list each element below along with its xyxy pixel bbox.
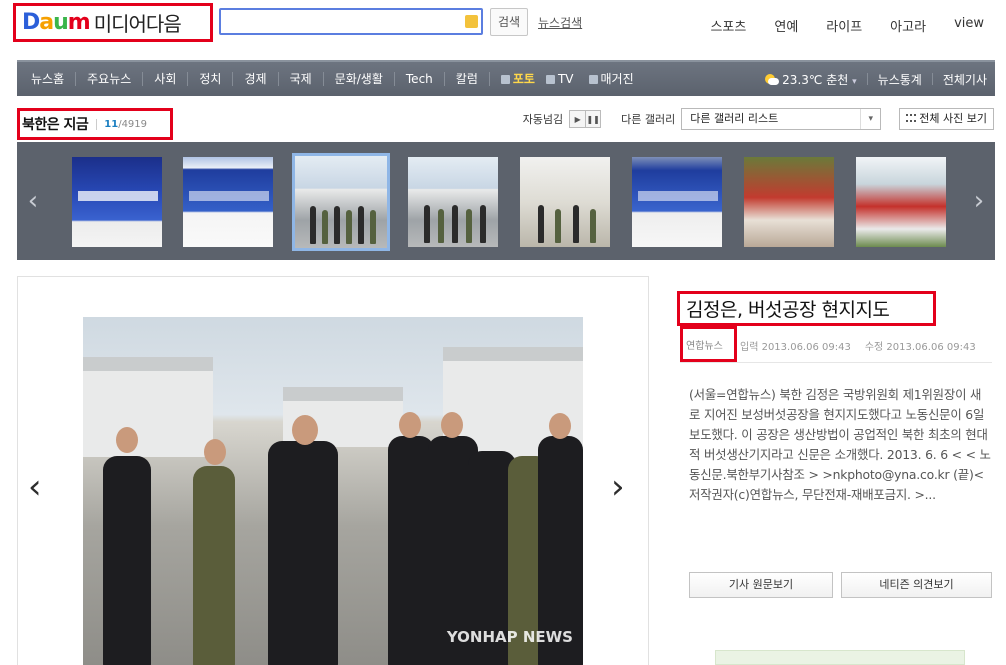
- keyboard-icon[interactable]: [465, 15, 478, 28]
- thumbnail-figures: [532, 201, 602, 243]
- other-gallery-select[interactable]: 다른 갤러리 리스트 ▾: [681, 108, 882, 130]
- article-body: (서울=연합뉴스) 북한 김정은 국방위원회 제1위원장이 새로 지어진 보성버…: [689, 387, 991, 502]
- strip-prev-arrow-icon[interactable]: ‹: [17, 142, 49, 260]
- camera-icon: [500, 75, 510, 84]
- thumbnail[interactable]: [72, 157, 162, 247]
- building: [83, 357, 213, 457]
- gnb-international[interactable]: 국제: [279, 72, 324, 86]
- gnb-economy[interactable]: 경제: [233, 72, 279, 86]
- other-gallery-label: 다른 갤러리: [621, 113, 676, 126]
- article-meta: 입력 2013.06.06 09:43 수정 2013.06.06 09:43: [740, 338, 976, 353]
- person-head: [399, 412, 421, 438]
- gnb-right: 23.3℃ 춘천 ▾ 뉴스통계 전체기사: [763, 62, 987, 96]
- thumbnail[interactable]: [744, 157, 834, 247]
- divider: [866, 73, 868, 85]
- top-nav-view[interactable]: view: [954, 16, 984, 35]
- gnb-photo-tab[interactable]: 포토: [490, 72, 546, 86]
- pause-icon[interactable]: ❚❚: [585, 111, 601, 127]
- thumbnail[interactable]: [856, 157, 946, 247]
- gnb-top-news[interactable]: 주요뉴스: [76, 72, 144, 86]
- gallery-controls: 자동넘김 ▶ ❚❚ 다른 갤러리 다른 갤러리 리스트 ▾ 전체 사진 보기: [523, 108, 994, 130]
- thumbnail-figures: [420, 201, 490, 243]
- chevron-down-icon: ▾: [860, 109, 880, 129]
- thumbnail[interactable]: [632, 157, 722, 247]
- person: [193, 466, 235, 665]
- tv-caption: [78, 191, 158, 202]
- article-source-box: 연합뉴스: [680, 326, 737, 362]
- grid-icon: [906, 114, 917, 122]
- person-head: [549, 413, 571, 439]
- gallery-title-box: 북한은 지금 11/4919: [17, 108, 173, 140]
- top-nav-entertainment[interactable]: 연예: [774, 16, 798, 35]
- gnb-magazine-tab[interactable]: 매거진: [585, 72, 645, 86]
- gnb-culture-life[interactable]: 문화/생활: [324, 72, 395, 86]
- divider: [680, 362, 992, 363]
- ad-banner[interactable]: [715, 650, 965, 665]
- person-head: [292, 415, 318, 445]
- news-search-link[interactable]: 뉴스검색: [538, 14, 582, 31]
- top-nav: 스포츠 연예 라이프 아고라 view: [710, 16, 984, 35]
- top-nav-life[interactable]: 라이프: [826, 16, 862, 35]
- gnb-tv-tab[interactable]: TV: [545, 72, 585, 86]
- divider: [931, 73, 933, 85]
- person-head: [204, 439, 226, 465]
- article-input-time: 입력 2013.06.06 09:43: [740, 342, 851, 353]
- chevron-down-icon: ▾: [852, 76, 857, 87]
- article-buttons: 기사 원문보기 네티즌 의견보기: [689, 572, 992, 598]
- prev-photo-arrow-icon[interactable]: ‹: [28, 467, 42, 507]
- weather-widget[interactable]: 23.3℃ 춘천 ▾: [763, 71, 857, 88]
- daum-logo-wordmark: Daum: [22, 10, 91, 35]
- gnb-politics[interactable]: 정치: [188, 72, 234, 86]
- top-nav-sports[interactable]: 스포츠: [710, 16, 746, 35]
- gnb-tech[interactable]: Tech: [395, 72, 445, 86]
- autoplay-label: 자동넘김: [522, 113, 564, 126]
- search-button[interactable]: 검색: [490, 8, 528, 36]
- tv-caption: [189, 191, 269, 202]
- autoplay-toggle: ▶ ❚❚: [569, 110, 602, 128]
- gnb-column[interactable]: 칼럼: [445, 72, 490, 86]
- thumbnail-selected[interactable]: [292, 153, 390, 251]
- top-nav-agora[interactable]: 아고라: [890, 16, 926, 35]
- main-photo-panel: ‹ YONHAP NEWS ›: [17, 276, 649, 665]
- thumbnail[interactable]: [520, 157, 610, 247]
- next-photo-arrow-icon[interactable]: ›: [611, 467, 625, 507]
- article-title-box: 김정은, 버섯공장 현지지도: [677, 291, 936, 326]
- play-icon[interactable]: ▶: [570, 111, 586, 127]
- tv-caption: [638, 191, 718, 202]
- media-daum-logo[interactable]: Daum 미디어다음: [13, 3, 213, 42]
- article-source[interactable]: 연합뉴스: [686, 337, 723, 352]
- search-input[interactable]: [219, 8, 483, 35]
- thumbnail[interactable]: [408, 157, 498, 247]
- thumbnail-strip: ‹ ›: [17, 142, 995, 260]
- all-photos-button[interactable]: 전체 사진 보기: [899, 108, 994, 130]
- news-stats-link[interactable]: 뉴스통계: [878, 71, 922, 88]
- gnb-news-home[interactable]: 뉴스홈: [31, 72, 77, 86]
- person: [103, 456, 151, 665]
- thumbnail-figures: [307, 202, 379, 244]
- strip-next-arrow-icon[interactable]: ›: [963, 142, 995, 260]
- thumbnail[interactable]: [183, 157, 273, 247]
- gallery-counter: 11/4919: [96, 118, 147, 130]
- person-head: [441, 412, 463, 438]
- top-header: Daum 미디어다음 검색 뉴스검색 스포츠 연예 라이프 아고라 view: [0, 0, 1006, 56]
- gnb-society[interactable]: 사회: [143, 72, 189, 86]
- person: [268, 441, 338, 665]
- logo-media-text: 미디어다음: [93, 12, 182, 36]
- person-head: [116, 427, 138, 453]
- view-comments-button[interactable]: 네티즌 의견보기: [841, 572, 992, 598]
- magazine-icon: [588, 75, 598, 84]
- tv-icon: [545, 75, 555, 84]
- view-original-article-button[interactable]: 기사 원문보기: [689, 572, 833, 598]
- main-photo[interactable]: YONHAP NEWS: [83, 317, 583, 665]
- partly-cloudy-icon: [763, 73, 780, 86]
- article-update-time: 수정 2013.06.06 09:43: [864, 342, 976, 353]
- article-title: 김정은, 버섯공장 현지지도: [686, 299, 890, 321]
- all-articles-link[interactable]: 전체기사: [943, 71, 987, 88]
- yonhap-watermark: YONHAP NEWS: [446, 628, 573, 646]
- main-navigation-bar: 뉴스홈 주요뉴스 사회 정치 경제 국제 문화/생활 Tech 칼럼 포토 TV…: [17, 60, 995, 96]
- gallery-title[interactable]: 북한은 지금: [22, 114, 89, 134]
